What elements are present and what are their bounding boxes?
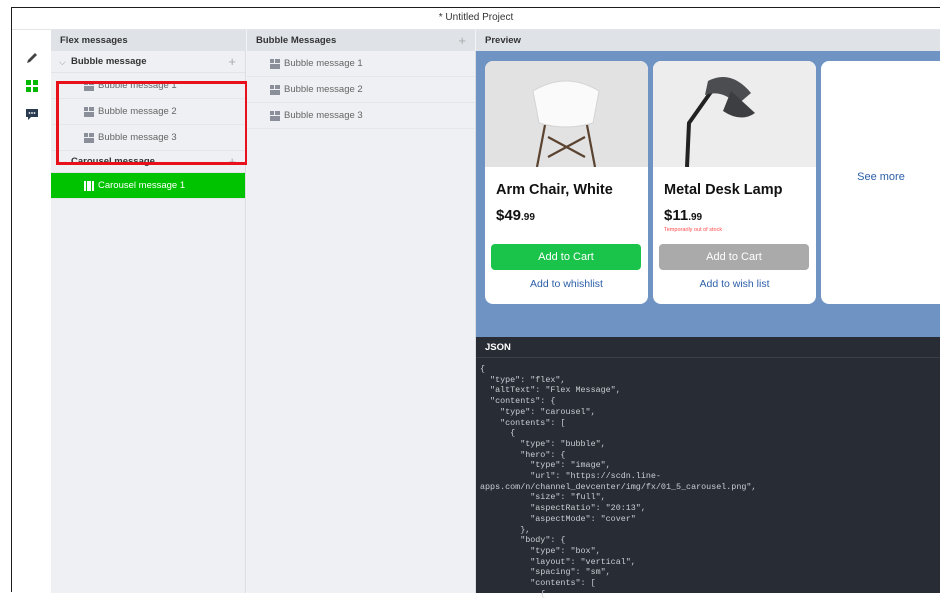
product-name: Arm Chair, White <box>496 182 613 198</box>
item-label: Bubble message 2 <box>284 84 363 95</box>
pencil-icon[interactable] <box>24 50 40 66</box>
product-card: Metal Desk Lamp $11.99 Temporarily out o… <box>653 61 816 304</box>
product-name: Metal Desk Lamp <box>664 182 783 198</box>
json-panel: JSON { "type": "flex", "altText": "Flex … <box>476 337 940 599</box>
bubble-icon <box>270 85 280 95</box>
item-label: Bubble message 3 <box>284 110 363 121</box>
item-label: Carousel message 1 <box>98 180 186 191</box>
chevron-down-icon[interactable]: ⌵ <box>59 51 66 73</box>
preview-header: Preview <box>476 30 940 51</box>
grid-icon[interactable] <box>24 78 40 94</box>
list-item[interactable]: Bubble message 3 <box>247 103 475 129</box>
product-price: $49.99 <box>496 207 535 224</box>
panel-title: Bubble Messages <box>256 35 337 46</box>
add-to-wishlist-link[interactable]: Add to wish list <box>653 278 816 290</box>
bubble-message-group[interactable]: ⌵ Bubble message + <box>51 51 245 73</box>
list-item[interactable]: Bubble message 2 <box>247 77 475 103</box>
add-to-cart-button[interactable]: Add to Cart <box>659 244 809 270</box>
product-card: Arm Chair, White $49.99 Add to Cart Add … <box>485 61 648 304</box>
flex-messages-header: Flex messages <box>51 30 246 51</box>
add-to-cart-button[interactable]: Add to Cart <box>491 244 641 270</box>
window-title: * Untitled Project <box>12 8 940 30</box>
bubble-messages-header: Bubble Messages + <box>247 30 475 51</box>
chair-image <box>485 61 648 167</box>
bubble-icon <box>270 59 280 69</box>
app-window: * Untitled Project Flex messages ⌵ Bubbl… <box>11 7 940 599</box>
add-to-wishlist-link[interactable]: Add to whishlist <box>485 278 648 290</box>
highlight-box <box>56 81 248 165</box>
bubble-icon <box>270 111 280 121</box>
add-bubble-button[interactable]: + <box>228 51 236 73</box>
item-label: Bubble message 1 <box>284 58 363 69</box>
see-more-card: See more <box>821 61 940 304</box>
lamp-image <box>653 61 816 167</box>
preview-panel: Arm Chair, White $49.99 Add to Cart Add … <box>476 51 940 337</box>
list-item-selected[interactable]: Carousel message 1 <box>51 173 245 199</box>
list-item[interactable]: Bubble message 1 <box>247 51 475 77</box>
chat-icon[interactable] <box>24 106 40 122</box>
json-code[interactable]: { "type": "flex", "altText": "Flex Messa… <box>476 358 940 599</box>
tool-rail <box>12 30 51 593</box>
stock-note: Temporarily out of stock <box>664 227 723 233</box>
carousel-icon <box>84 181 94 191</box>
bubble-messages-panel: Bubble message 1 Bubble message 2 Bubble… <box>247 51 476 593</box>
add-bubble-button[interactable]: + <box>458 30 466 51</box>
group-label: Bubble message <box>71 56 147 67</box>
see-more-link[interactable]: See more <box>821 171 940 183</box>
json-header: JSON <box>476 337 940 358</box>
product-price: $11.99 <box>664 207 703 224</box>
